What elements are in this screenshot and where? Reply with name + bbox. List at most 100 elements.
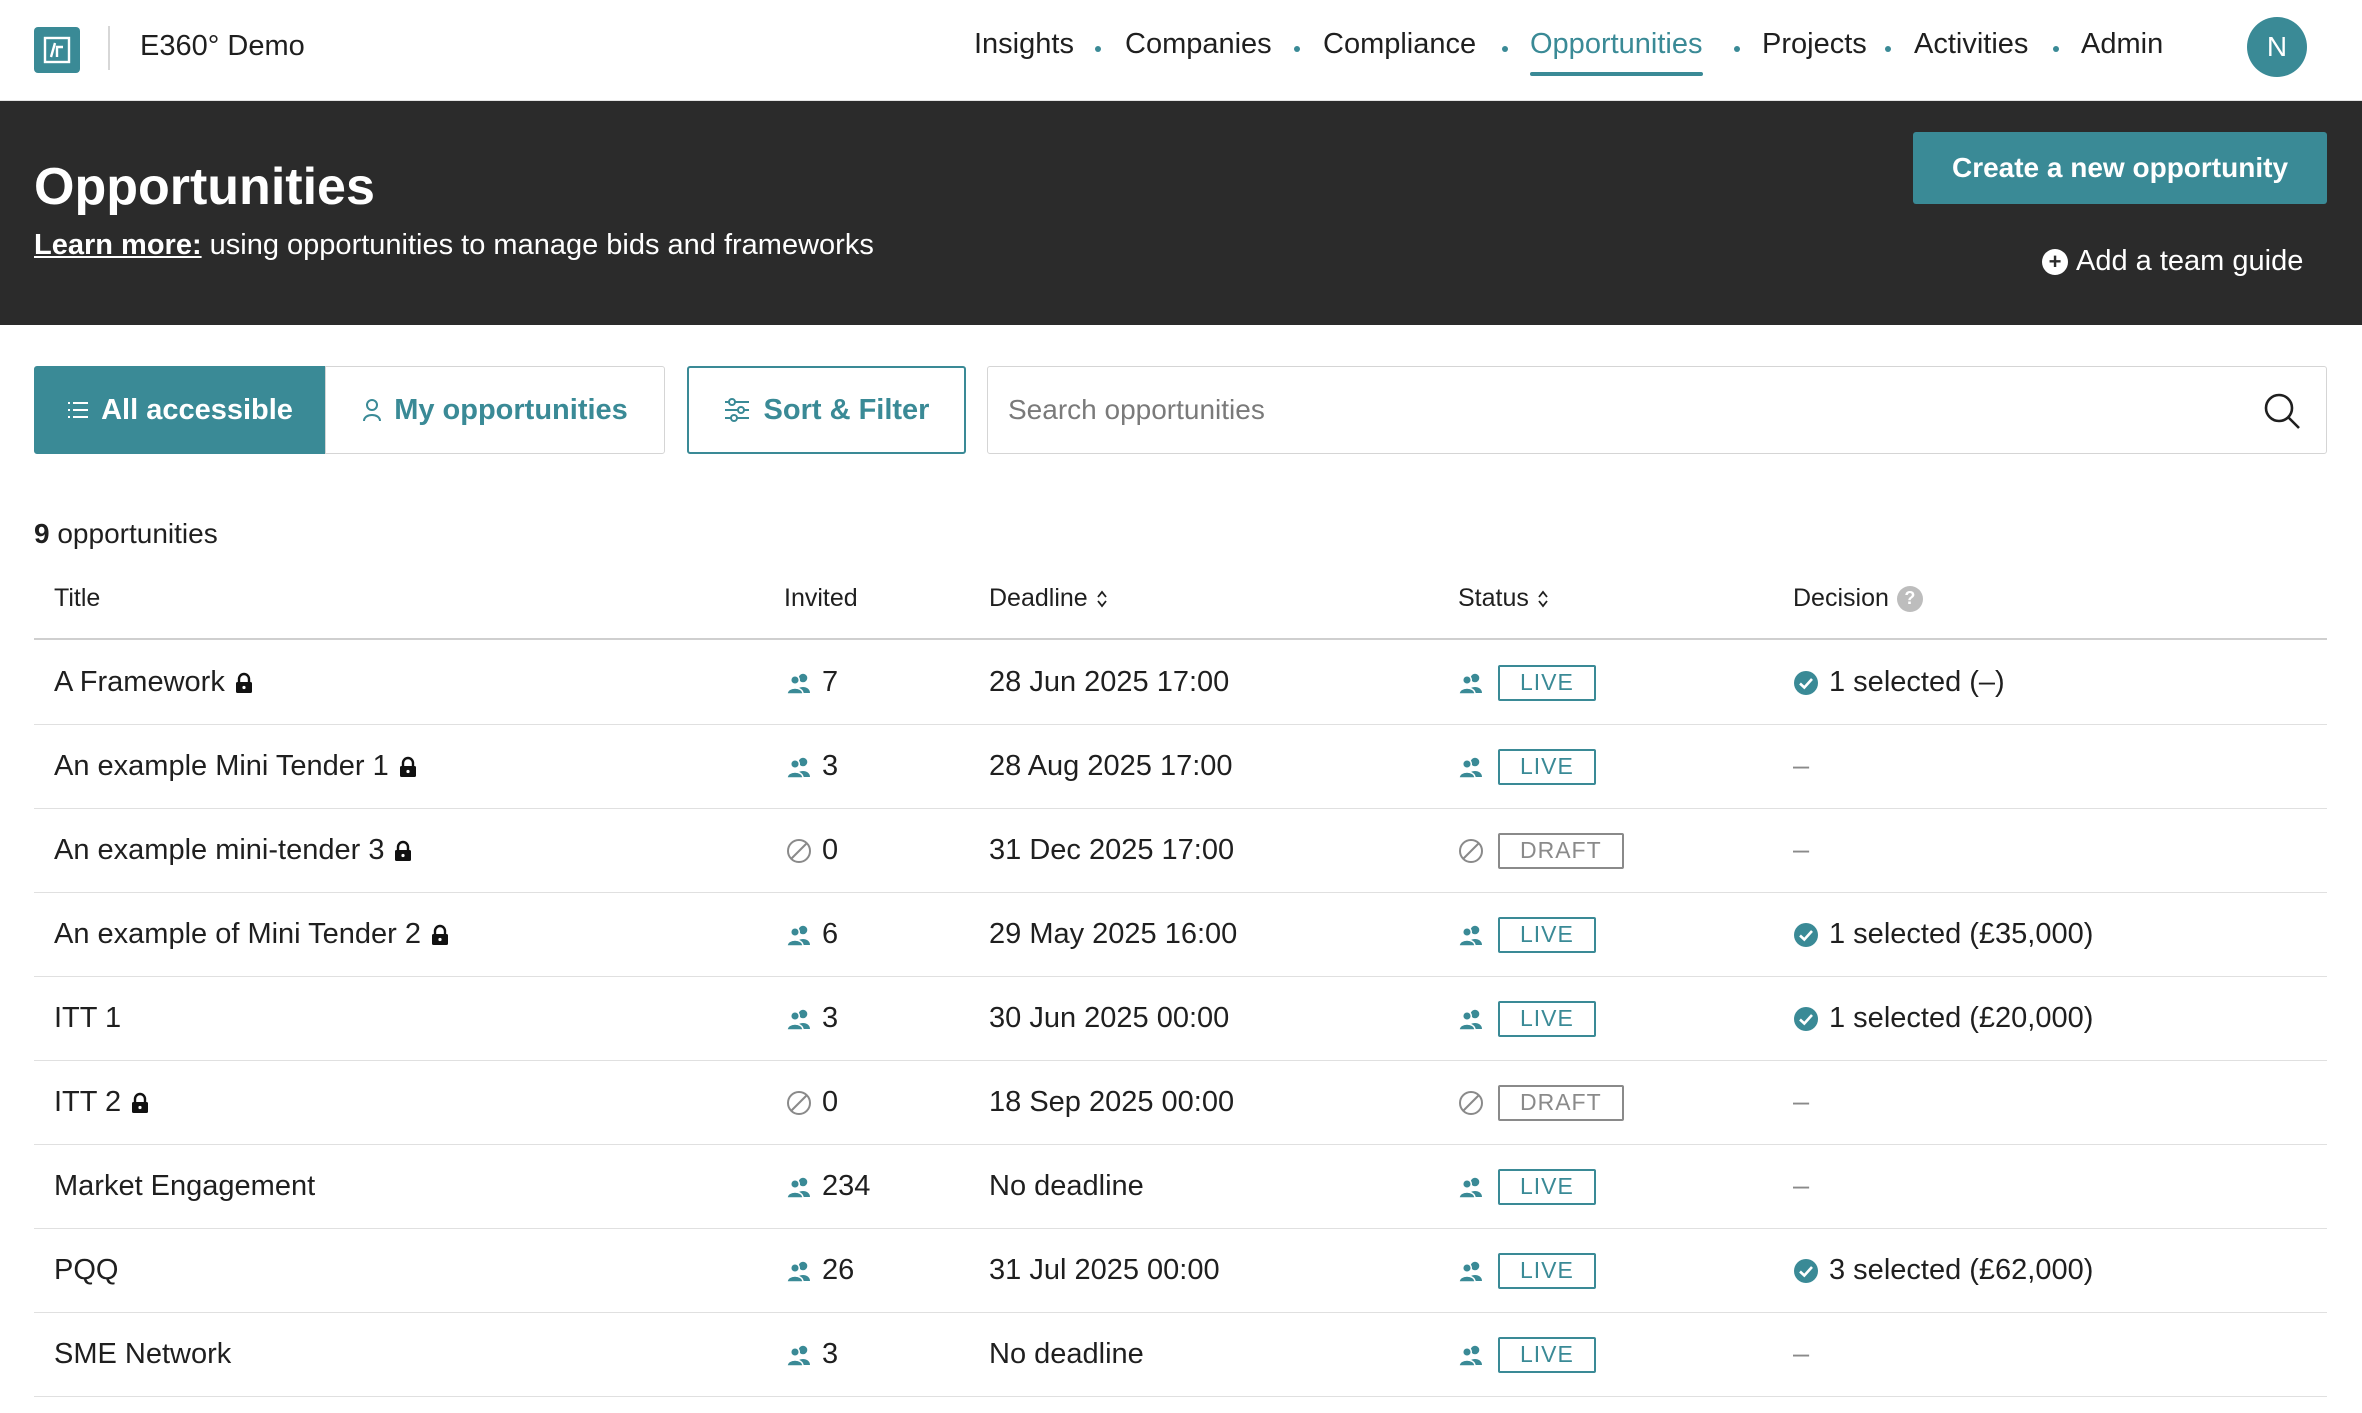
status-cell: LIVE [1458,977,1596,1060]
opportunity-title[interactable]: An example mini-tender 3 [54,809,412,892]
opportunity-title-text: ITT 2 [54,1086,122,1118]
people-icon [1458,1176,1484,1198]
nav-item-insights[interactable]: Insights [974,28,1074,61]
opportunity-title-text: A Framework [54,666,225,698]
check-circle-icon [1793,1258,1819,1284]
lock-icon [394,840,412,862]
opportunity-title[interactable]: SME Network [54,1313,231,1396]
opportunity-title[interactable]: An example Mini Tender 1 [54,725,417,808]
tab-all-accessible[interactable]: All accessible [34,366,326,454]
column-header-status[interactable]: Status [1458,584,1549,613]
decision-cell: – [1793,725,1809,808]
nav-item-activities[interactable]: Activities [1914,28,2028,61]
people-icon [1458,756,1484,778]
invited-count: 6 [822,918,839,950]
invited-count: 0 [822,834,839,866]
add-team-guide-link[interactable]: + Add a team guide [2042,245,2303,278]
invited-cell: 3 [786,725,838,808]
opportunity-title-text: SME Network [54,1338,232,1370]
people-icon [786,924,812,946]
page-header: Opportunities Learn more: using opportun… [0,101,2362,325]
create-opportunity-button[interactable]: Create a new opportunity [1913,132,2327,204]
opportunity-title[interactable]: ITT 1 [54,977,121,1060]
people-icon [1458,672,1484,694]
table-row[interactable]: An example of Mini Tender 2 6 29 May 2025 … [34,893,2327,977]
nav-item-admin[interactable]: Admin [2081,28,2163,61]
table-row[interactable]: Market Engagement 234 No deadline LIVE – [34,1145,2327,1229]
status-badge: LIVE [1498,748,1596,785]
person-icon [362,398,382,422]
opportunity-title[interactable]: ITT 2 [54,1061,149,1144]
invited-cell: 6 [786,893,838,976]
status-cell: DRAFT [1458,809,1624,892]
status-badge: LIVE [1498,1252,1596,1289]
people-icon [786,1344,812,1366]
deadline-cell: 31 Dec 2025 17:00 [989,834,1235,866]
opportunity-title-text: ITT 1 [54,1002,122,1034]
invited-cell: 26 [786,1229,854,1312]
people-icon [1458,1344,1484,1366]
table-row[interactable]: ITT 2 0 18 Sep 2025 00:00 DRAFT – [34,1061,2327,1145]
table-row[interactable]: PQQ 26 31 Jul 2025 00:00 LIVE 3 selected (£6… [34,1229,2327,1313]
nav-item-compliance[interactable]: Compliance [1323,28,1476,61]
sort-filter-button[interactable]: Sort & Filter [687,366,966,454]
not-allowed-icon [786,838,812,864]
check-circle-icon [1793,922,1819,948]
column-header-invited: Invited [784,584,858,612]
decision-cell: – [1793,1061,1809,1144]
nav-item-companies[interactable]: Companies [1125,28,1272,61]
nav-item-opportunities[interactable]: Opportunities [1530,28,1703,76]
page-title: Opportunities [34,158,375,216]
learn-more-link[interactable]: Learn more: [34,229,202,261]
nav-item-projects[interactable]: Projects [1762,28,1867,61]
invited-count: 3 [822,1002,839,1034]
user-avatar[interactable]: N [2247,17,2307,77]
decision-cell: – [1793,1145,1809,1228]
decision-cell: – [1793,1313,1809,1396]
decision-text: 1 selected (£35,000) [1829,918,2094,950]
decision-cell: 3 selected (£62,000) [1793,1229,2093,1312]
opportunity-title-text: An example mini-tender 3 [54,834,385,866]
column-header-status-label: Status [1458,584,1529,612]
not-allowed-icon [1458,838,1484,864]
opportunity-title[interactable]: An example of Mini Tender 2 [54,893,449,976]
search-input[interactable] [1008,367,2228,453]
column-header-deadline-label: Deadline [989,584,1088,612]
search-icon[interactable] [2262,391,2302,431]
page-subtitle: Learn more: using opportunities to manag… [34,229,874,262]
decision-text: – [1793,750,1810,782]
decision-cell: 1 selected (–) [1793,641,2005,724]
table-row[interactable]: An example Mini Tender 1 3 28 Aug 2025 17:… [34,725,2327,809]
sort-icon [1537,589,1549,609]
status-badge: LIVE [1498,1336,1596,1373]
people-icon [1458,924,1484,946]
decision-text: 3 selected (£62,000) [1829,1254,2094,1286]
tab-my-opportunities[interactable]: My opportunities [325,366,665,454]
column-header-title: Title [54,584,101,612]
invited-count: 7 [822,666,839,698]
people-icon [786,672,812,694]
tab-my-opportunities-label: My opportunities [394,393,628,426]
table-row[interactable]: An example mini-tender 3 0 31 Dec 2025 17:… [34,809,2327,893]
lock-icon [235,672,253,694]
opportunity-title-text: An example Mini Tender 1 [54,750,389,782]
invited-cell: 234 [786,1145,870,1228]
nav-separator [1294,46,1300,52]
table-row[interactable]: ITT 1 3 30 Jun 2025 00:00 LIVE 1 selected (£… [34,977,2327,1061]
column-header-decision: Decision ? [1793,584,1923,613]
opportunity-title[interactable]: Market Engagement [54,1145,315,1228]
opportunity-title[interactable]: A Framework [54,641,253,724]
nav-separator [2053,46,2059,52]
opportunity-title[interactable]: PQQ [54,1229,118,1312]
invited-count: 0 [822,1086,839,1118]
people-icon [786,756,812,778]
people-icon [786,1176,812,1198]
check-circle-icon [1793,1006,1819,1032]
list-icon [67,400,89,420]
help-icon[interactable]: ? [1896,585,1923,612]
table-row[interactable]: A Framework 7 28 Jun 2025 17:00 LIVE 1 selec… [34,641,2327,725]
status-badge: DRAFT [1498,1084,1624,1121]
table-row[interactable]: SME Network 3 No deadline LIVE – [34,1313,2327,1397]
column-header-deadline[interactable]: Deadline [989,584,1108,613]
status-badge: LIVE [1498,916,1596,953]
